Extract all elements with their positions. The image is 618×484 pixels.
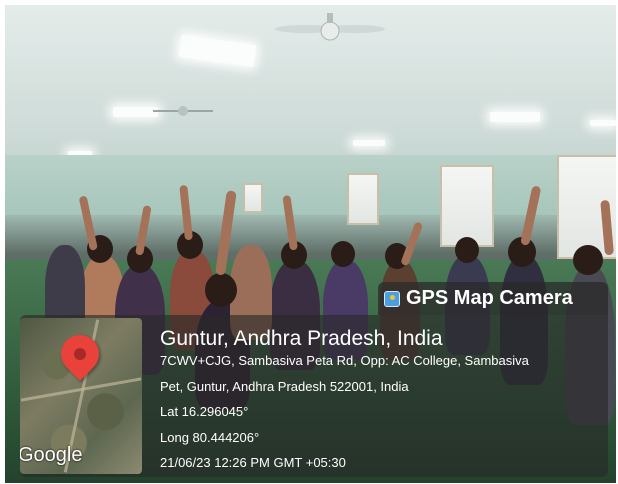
map-brand: Google xyxy=(20,444,83,466)
app-name: GPS Map Camera xyxy=(406,287,573,309)
datetime: 21/06/23 12:26 PM GMT +05:30 xyxy=(160,455,346,470)
address-line-2: Pet, Guntur, Andhra Pradesh 522001, Indi… xyxy=(160,379,409,394)
address-line-1: 7CWV+CJG, Sambasiva Peta Rd, Opp: AC Col… xyxy=(160,353,529,368)
gps-map-camera-icon xyxy=(384,290,400,307)
location-title: Guntur, Andhra Pradesh, India xyxy=(160,327,443,350)
gps-stamp-overlay: GPS Map Camera Google Guntur, Andhra Pra… xyxy=(0,0,618,484)
app-badge: GPS Map Camera xyxy=(378,282,608,315)
longitude: Long 80.444206° xyxy=(160,430,260,445)
location-pin-icon xyxy=(53,327,107,381)
latitude: Lat 16.296045° xyxy=(160,404,249,419)
map-thumbnail: Google xyxy=(20,318,142,474)
